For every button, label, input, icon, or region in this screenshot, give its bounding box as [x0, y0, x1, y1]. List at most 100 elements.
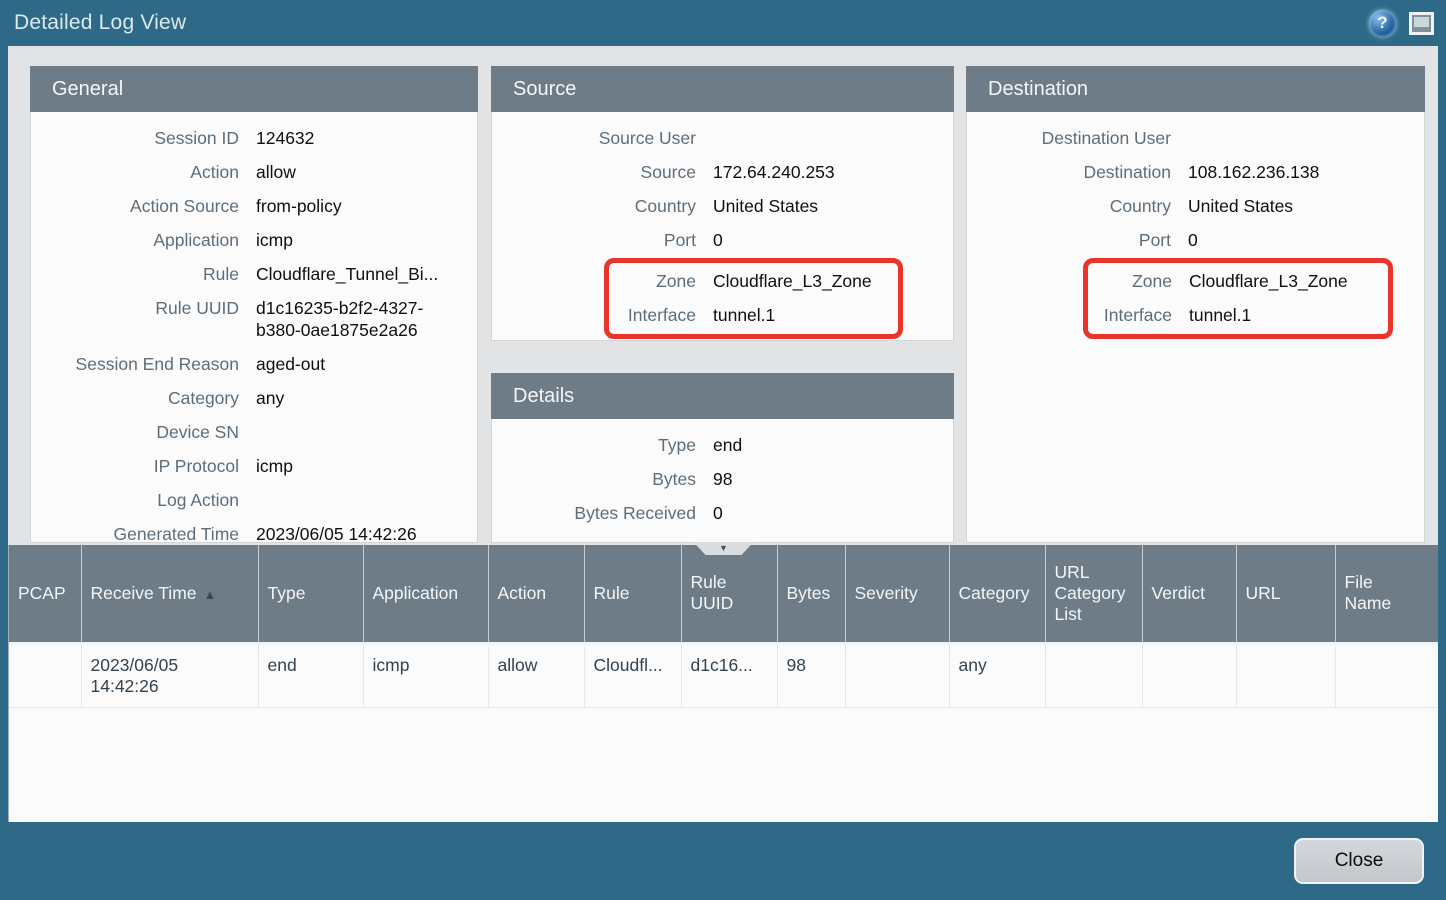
field-label: Bytes Received	[492, 502, 696, 524]
column-header-verdict[interactable]: Verdict	[1142, 545, 1236, 643]
field-row: Rule UUID d1c16235-b2f2-4327- b380-0ae187…	[31, 291, 477, 347]
column-header-rule-uuid[interactable]: Rule UUID	[681, 545, 777, 643]
column-header-action[interactable]: Action	[488, 545, 584, 643]
column-header-severity[interactable]: Severity	[845, 545, 949, 643]
field-value: 108.162.236.138	[1188, 161, 1424, 183]
close-button[interactable]: Close	[1294, 838, 1424, 884]
column-header-file-name[interactable]: File Name	[1335, 545, 1438, 643]
panel-destination-title: Destination	[988, 78, 1088, 101]
panel-source-body: Source User Source 172.64.240.253 Country…	[491, 112, 954, 341]
cell-bytes: 98	[777, 643, 845, 707]
field-row: Destination 108.162.236.138	[967, 155, 1424, 189]
field-value: from-policy	[256, 195, 477, 217]
panel-details-title: Details	[513, 385, 574, 408]
field-label: Category	[31, 387, 239, 409]
cell-receive-time: 2023/06/05 14:42:26	[81, 643, 258, 707]
field-value: any	[256, 387, 477, 409]
field-label: Country	[492, 195, 696, 217]
field-value: d1c16235-b2f2-4327- b380-0ae1875e2a26	[256, 297, 477, 341]
field-row: Interfacetunnel.1	[1088, 298, 1388, 332]
column-header-url[interactable]: URL	[1236, 545, 1335, 643]
field-value: allow	[256, 161, 477, 183]
cell-rule: Cloudfl...	[584, 643, 681, 707]
field-row: ZoneCloudflare_L3_Zone	[1088, 264, 1388, 298]
field-label: Port	[492, 229, 696, 251]
field-row: Typeend	[492, 428, 953, 462]
cell-type: end	[258, 643, 363, 707]
field-label: Interface	[1088, 304, 1172, 326]
dialog-titlebar: Detailed Log View ?	[0, 0, 1446, 46]
cell-action: allow	[488, 643, 584, 707]
source-zone-interface-highlight: ZoneCloudflare_L3_Zone Interfacetunnel.1	[604, 258, 903, 339]
panel-source: Source Source User Source 172.64.240.253 …	[491, 66, 954, 341]
table-row[interactable]: 2023/06/05 14:42:26 end icmp allow Cloud…	[9, 643, 1438, 707]
content-area: General Session ID124632 Action allow Act…	[8, 46, 1438, 545]
field-row: Zone Cloudflare_L3_Zone	[609, 264, 898, 298]
field-value: 0	[1188, 229, 1424, 251]
column-header-type[interactable]: Type	[258, 545, 363, 643]
field-value: United States	[1188, 195, 1424, 217]
field-value: 124632	[256, 127, 477, 149]
field-value	[713, 127, 953, 149]
cell-file-name	[1335, 643, 1438, 707]
field-row: Destination User	[967, 121, 1424, 155]
field-row: Port0	[967, 223, 1424, 257]
field-row: Source 172.64.240.253	[492, 155, 953, 189]
source-details-column: Source Source User Source 172.64.240.253 …	[491, 66, 954, 543]
log-table: PCAP Receive Time▲ Type Application Acti…	[9, 545, 1438, 708]
field-label: Rule UUID	[31, 297, 239, 341]
cell-url-category-list	[1045, 643, 1142, 707]
field-row: Session End Reason aged-out	[31, 347, 477, 381]
field-value: Cloudflare_Tunnel_Bi...	[256, 263, 477, 285]
cell-rule-uuid: d1c16...	[681, 643, 777, 707]
destination-zone-interface-highlight: ZoneCloudflare_L3_Zone Interfacetunnel.1	[1083, 258, 1393, 339]
panel-general-title: General	[52, 78, 123, 101]
field-value: 98	[713, 468, 953, 490]
field-label: Generated Time	[31, 523, 239, 543]
field-row: Bytes 98	[492, 462, 953, 496]
field-value: tunnel.1	[713, 304, 898, 326]
field-value	[256, 489, 477, 511]
field-label: Source	[492, 161, 696, 183]
field-row: Source User	[492, 121, 953, 155]
column-header-receive-time[interactable]: Receive Time▲	[81, 545, 258, 643]
field-label: Destination	[967, 161, 1171, 183]
cell-verdict	[1142, 643, 1236, 707]
field-label: Bytes	[492, 468, 696, 490]
field-row: CountryUnited States	[492, 189, 953, 223]
field-label: Action Source	[31, 195, 239, 217]
field-row: Rule Cloudflare_Tunnel_Bi...	[31, 257, 477, 291]
column-header-bytes[interactable]: Bytes	[777, 545, 845, 643]
cell-application: icmp	[363, 643, 488, 707]
field-row: Session ID124632	[31, 121, 477, 155]
chevron-down-icon: ▼	[719, 544, 728, 553]
column-header-pcap[interactable]: PCAP	[9, 545, 81, 643]
field-value: 172.64.240.253	[713, 161, 953, 183]
field-row: Bytes Received0	[492, 496, 953, 530]
field-value: Cloudflare_L3_Zone	[713, 270, 898, 292]
field-label: Application	[31, 229, 239, 251]
help-icon[interactable]: ?	[1369, 10, 1396, 37]
field-label: Rule	[31, 263, 239, 285]
field-value: aged-out	[256, 353, 477, 375]
column-header-category[interactable]: Category	[949, 545, 1045, 643]
column-header-url-category-list[interactable]: URL Category List	[1045, 545, 1142, 643]
field-value: 0	[713, 229, 953, 251]
cell-category: any	[949, 643, 1045, 707]
field-value: icmp	[256, 229, 477, 251]
field-row: Action Source from-policy	[31, 189, 477, 223]
log-table-region: ▼ PCAP Receive Time▲ Type Application Ac…	[8, 545, 1438, 822]
field-row: IP Protocolicmp	[31, 449, 477, 483]
field-row: Category any	[31, 381, 477, 415]
column-header-application[interactable]: Application	[363, 545, 488, 643]
panel-details: Details Typeend Bytes 98 Bytes Received0	[491, 373, 954, 543]
window-restore-icon[interactable]	[1409, 12, 1434, 35]
field-label: Session End Reason	[31, 353, 239, 375]
field-label: Action	[31, 161, 239, 183]
field-label: Zone	[609, 270, 696, 292]
column-header-rule[interactable]: Rule	[584, 545, 681, 643]
field-row: Country United States	[967, 189, 1424, 223]
field-label: Zone	[1088, 270, 1172, 292]
bottom-bar: Close	[0, 822, 1446, 900]
field-label: Country	[967, 195, 1171, 217]
